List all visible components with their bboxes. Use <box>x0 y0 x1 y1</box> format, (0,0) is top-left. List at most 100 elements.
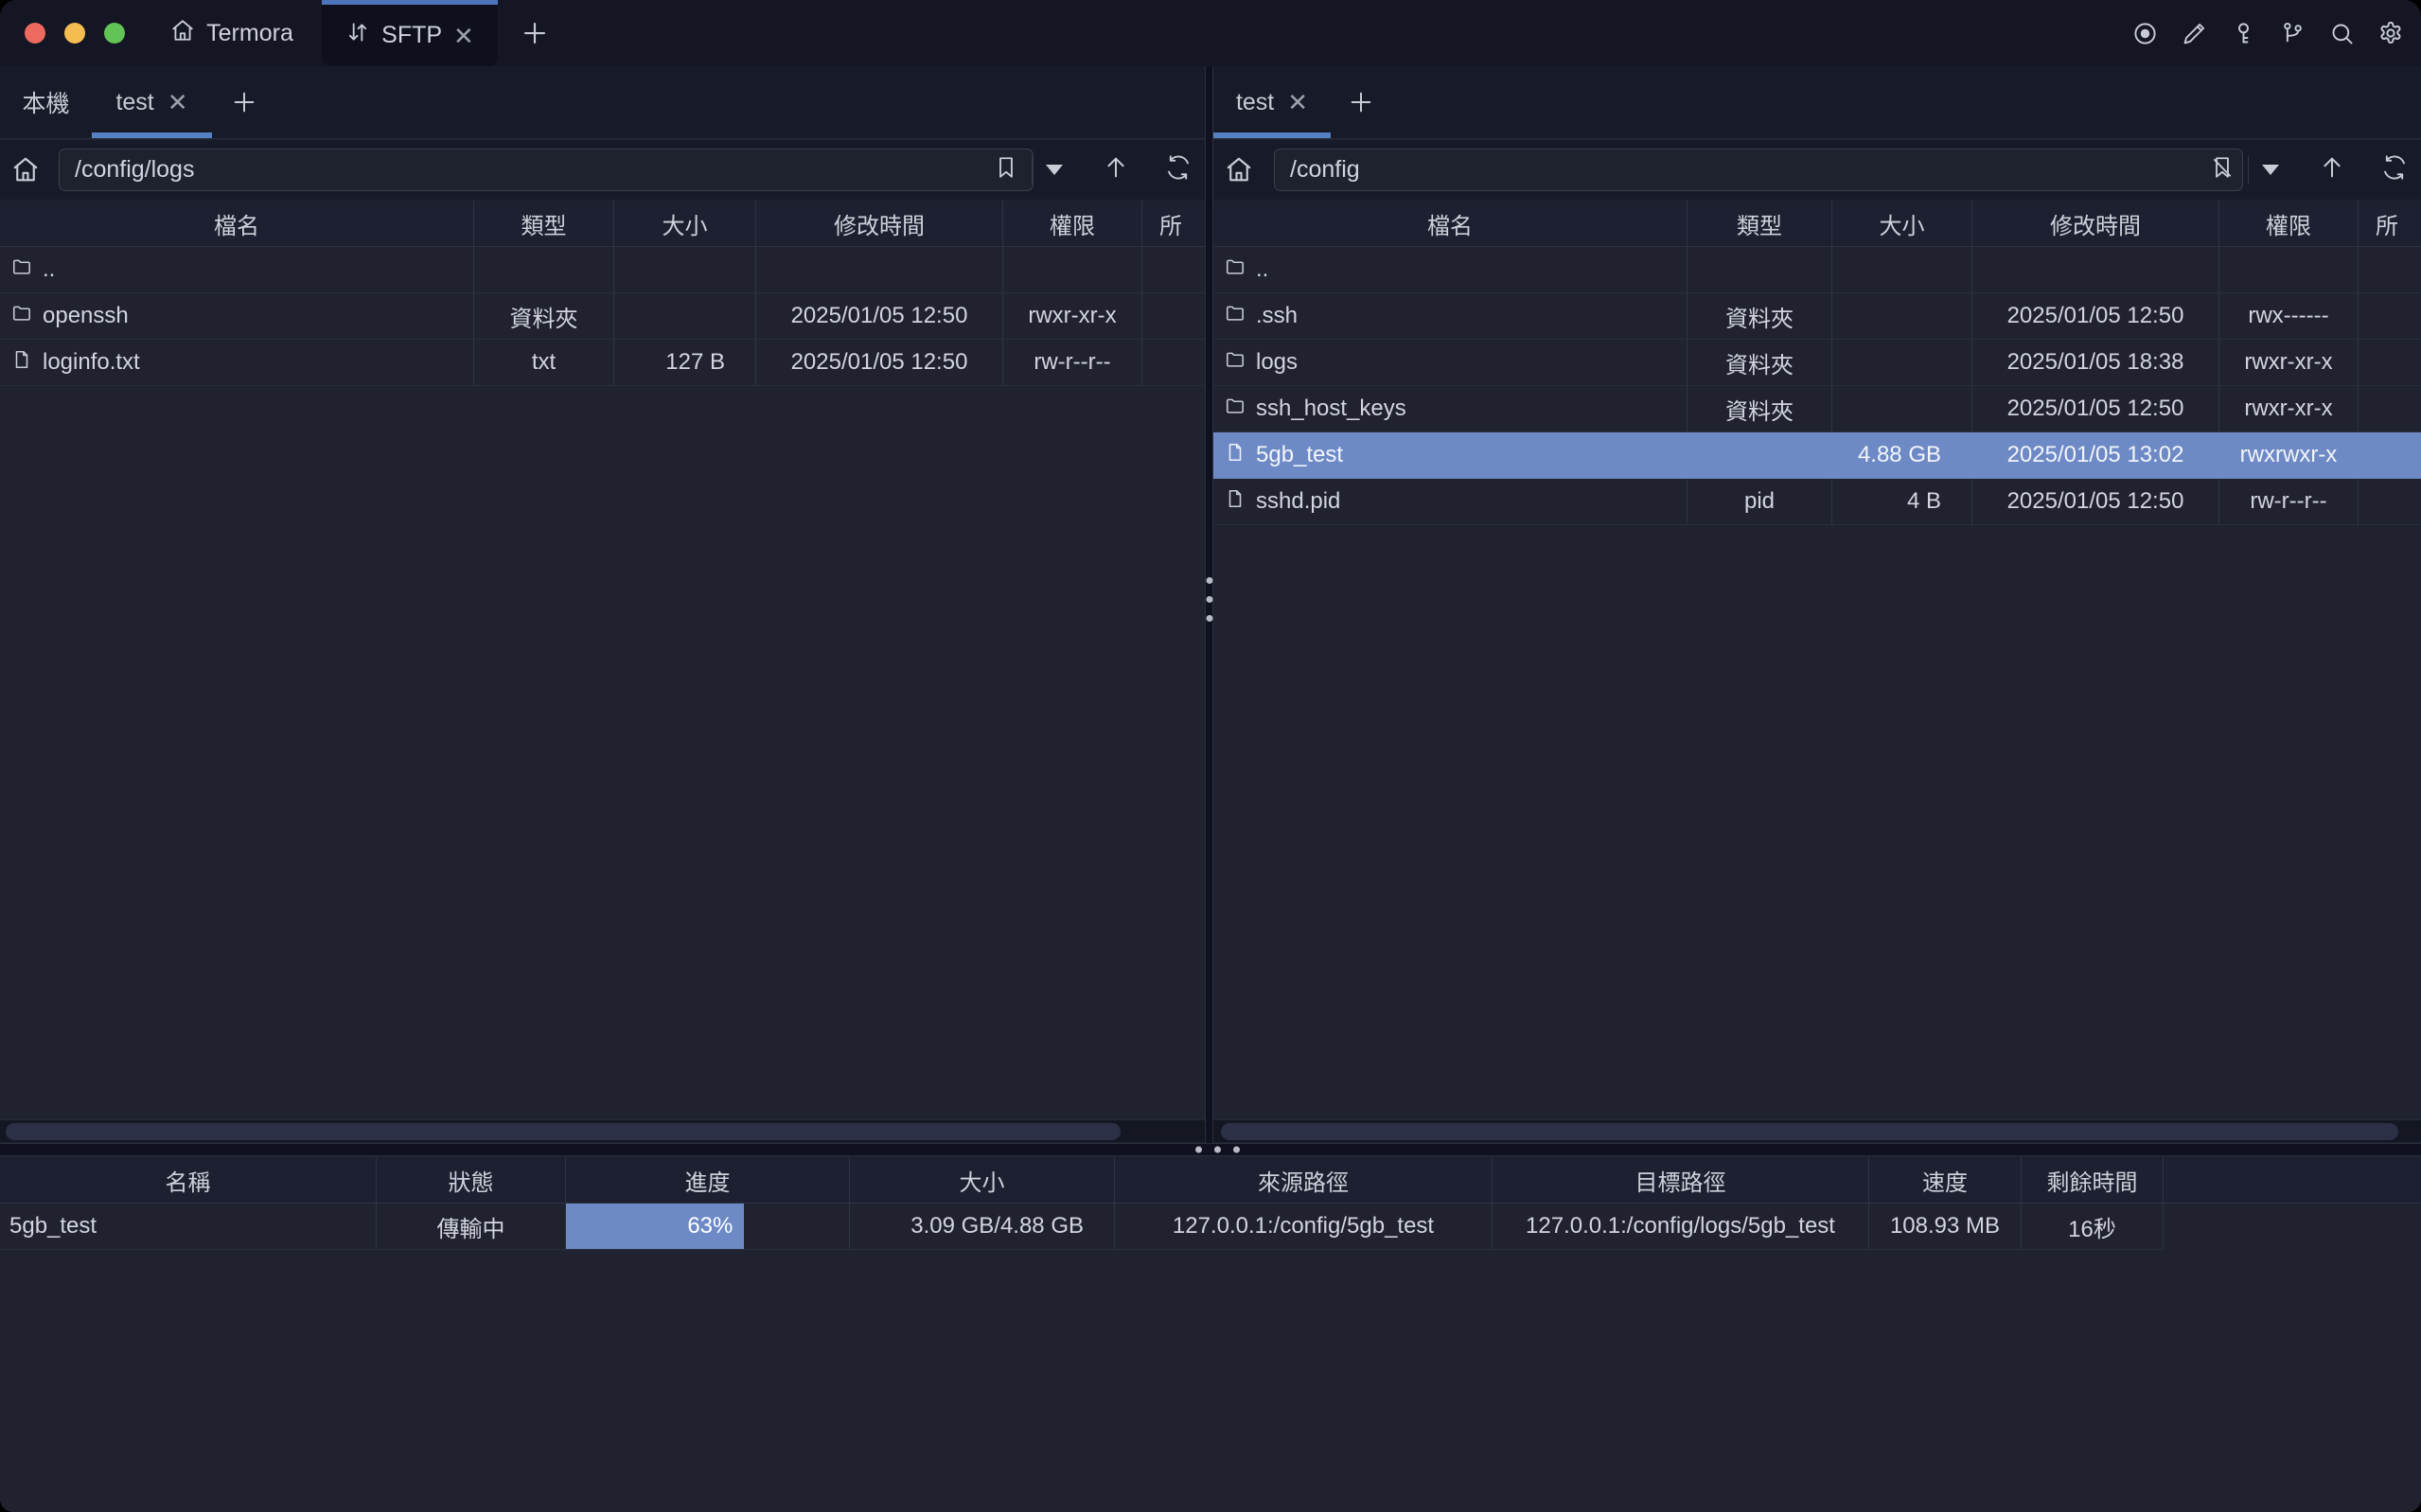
app-window: Termora SFTP ✕ <box>0 0 2421 1512</box>
pane-splitter[interactable] <box>1205 66 1213 1143</box>
new-tab-button[interactable] <box>507 0 562 66</box>
column-header-mtime[interactable]: 修改時間 <box>756 201 1003 247</box>
file-icon <box>11 349 32 377</box>
right-path-bar <box>1213 140 2421 200</box>
scrollbar-thumb[interactable] <box>1221 1123 2398 1140</box>
right-add-tab-button[interactable] <box>1334 66 1387 138</box>
close-tab-icon[interactable]: ✕ <box>453 24 474 48</box>
file-row[interactable]: logs 資料夾 2025/01/05 18:38 rwxr-xr-x <box>1213 340 2421 386</box>
left-tab-local[interactable]: 本機 <box>0 66 92 138</box>
column-header-progress[interactable]: 進度 <box>566 1157 850 1204</box>
bookmark-caret-icon[interactable] <box>1046 165 1063 175</box>
column-header-size[interactable]: 大小 <box>1832 201 1972 247</box>
file-name: .ssh <box>1256 303 1298 329</box>
left-tab-close-icon[interactable]: ✕ <box>168 90 188 114</box>
right-horizontal-scrollbar[interactable] <box>1213 1119 2421 1142</box>
column-header-size[interactable]: 大小 <box>614 201 756 247</box>
search-icon[interactable] <box>2328 20 2355 46</box>
column-header-perm[interactable]: 權限 <box>2219 201 2359 247</box>
left-path-input[interactable] <box>59 149 1034 191</box>
folder-icon <box>1225 349 1246 377</box>
up-directory-icon[interactable] <box>2319 154 2345 185</box>
transfer-source-path: 127.0.0.1:/config/5gb_test <box>1115 1204 1493 1250</box>
divider <box>1032 156 1033 185</box>
bookmark-slash-icon[interactable] <box>2210 155 2235 185</box>
transfer-splitter[interactable] <box>0 1143 2421 1156</box>
refresh-icon[interactable] <box>2381 154 2408 185</box>
home-icon[interactable] <box>1225 155 1253 184</box>
file-row[interactable]: .ssh 資料夾 2025/01/05 12:50 rwx------ <box>1213 293 2421 340</box>
column-header-name[interactable]: 名稱 <box>0 1157 377 1204</box>
bookmark-icon[interactable] <box>994 155 1018 185</box>
transfer-speed: 108.93 MB <box>1869 1204 2022 1250</box>
progress-label: 63% <box>687 1213 733 1239</box>
active-tab-underline <box>92 132 212 138</box>
column-header-filler <box>2164 1157 2421 1204</box>
column-header-owner[interactable]: 所 <box>2359 201 2421 247</box>
file-name: 5gb_test <box>1256 442 1343 468</box>
column-header-status[interactable]: 狀態 <box>377 1157 566 1204</box>
transfer-header: 名稱 狀態 進度 大小 來源路徑 目標路徑 速度 剩餘時間 <box>0 1157 2421 1204</box>
left-file-table: 檔名 類型 大小 修改時間 權限 所 .. <box>0 201 1205 386</box>
left-tab-local-label: 本機 <box>22 85 69 119</box>
scrollbar-thumb[interactable] <box>6 1123 1121 1140</box>
right-path-input[interactable] <box>1274 149 2243 191</box>
left-add-tab-button[interactable] <box>218 66 271 138</box>
bookmark-caret-icon[interactable] <box>2262 165 2279 175</box>
left-horizontal-scrollbar[interactable] <box>0 1119 1205 1142</box>
column-header-owner[interactable]: 所 <box>1142 201 1205 247</box>
transfer-remaining-time: 16秒 <box>2022 1204 2164 1250</box>
column-header-remaining[interactable]: 剩餘時間 <box>2022 1157 2164 1204</box>
transfer-row[interactable]: 5gb_test 傳輸中 63% 3.09 GB/4.88 GB 127.0.0… <box>0 1204 2421 1250</box>
minimize-window-button[interactable] <box>64 23 85 44</box>
splitter-handle-icon <box>1195 1147 1240 1153</box>
column-header-name[interactable]: 檔名 <box>1213 201 1688 247</box>
record-icon[interactable] <box>2131 20 2158 46</box>
file-row[interactable]: ssh_host_keys 資料夾 2025/01/05 12:50 rwxr-… <box>1213 386 2421 432</box>
right-file-table: 檔名 類型 大小 修改時間 權限 所 .. <box>1213 201 2421 525</box>
file-row[interactable]: sshd.pid pid 4 B 2025/01/05 12:50 rw-r--… <box>1213 479 2421 525</box>
left-tab-test-label: test <box>115 89 153 116</box>
sftp-main-area: 本機 test ✕ <box>0 66 2421 1143</box>
left-pane-tabs: 本機 test ✕ <box>0 66 1205 139</box>
titlebar: Termora SFTP ✕ <box>0 0 2421 66</box>
refresh-icon[interactable] <box>1165 154 1192 185</box>
column-header-name[interactable]: 檔名 <box>0 201 474 247</box>
file-row[interactable]: openssh 資料夾 2025/01/05 12:50 rwxr-xr-x <box>0 293 1205 340</box>
column-header-type[interactable]: 類型 <box>474 201 614 247</box>
file-row[interactable]: .. <box>1213 247 2421 293</box>
column-header-target[interactable]: 目標路徑 <box>1493 1157 1869 1204</box>
right-pane-tabs: test ✕ <box>1213 66 2421 139</box>
zoom-window-button[interactable] <box>104 23 125 44</box>
file-name: ssh_host_keys <box>1256 396 1406 422</box>
column-header-type[interactable]: 類型 <box>1688 201 1832 247</box>
file-row-selected[interactable]: 5gb_test 4.88 GB 2025/01/05 13:02 rwxrwx… <box>1213 432 2421 479</box>
column-header-perm[interactable]: 權限 <box>1003 201 1142 247</box>
right-tab-close-icon[interactable]: ✕ <box>1287 90 1308 114</box>
close-window-button[interactable] <box>25 23 45 44</box>
file-name: .. <box>1256 256 1268 283</box>
column-header-mtime[interactable]: 修改時間 <box>1972 201 2219 247</box>
home-icon[interactable] <box>11 155 40 184</box>
transfer-target-path: 127.0.0.1:/config/logs/5gb_test <box>1493 1204 1869 1250</box>
gear-icon[interactable] <box>2377 20 2404 46</box>
left-tab-test[interactable]: test ✕ <box>92 66 212 138</box>
column-header-speed[interactable]: 速度 <box>1869 1157 2022 1204</box>
column-header-source[interactable]: 來源路徑 <box>1115 1157 1493 1204</box>
left-path-bar <box>0 140 1205 200</box>
file-row[interactable]: .. <box>0 247 1205 293</box>
keychain-branch-icon[interactable] <box>2279 20 2306 46</box>
folder-icon <box>1225 396 1246 423</box>
tab-termora[interactable]: Termora <box>142 0 322 66</box>
right-tab-test[interactable]: test ✕ <box>1213 66 1331 138</box>
transfer-row-filler <box>2164 1204 2421 1250</box>
tab-sftp[interactable]: SFTP ✕ <box>322 0 498 66</box>
key-icon[interactable] <box>2230 20 2256 46</box>
transfer-arrows-icon <box>345 20 370 51</box>
column-header-size[interactable]: 大小 <box>850 1157 1115 1204</box>
up-directory-icon[interactable] <box>1103 154 1129 185</box>
edit-pencil-icon[interactable] <box>2181 20 2207 46</box>
file-row[interactable]: loginfo.txt txt 127 B 2025/01/05 12:50 r… <box>0 340 1205 386</box>
folder-icon <box>11 256 32 284</box>
home-icon <box>170 18 195 49</box>
